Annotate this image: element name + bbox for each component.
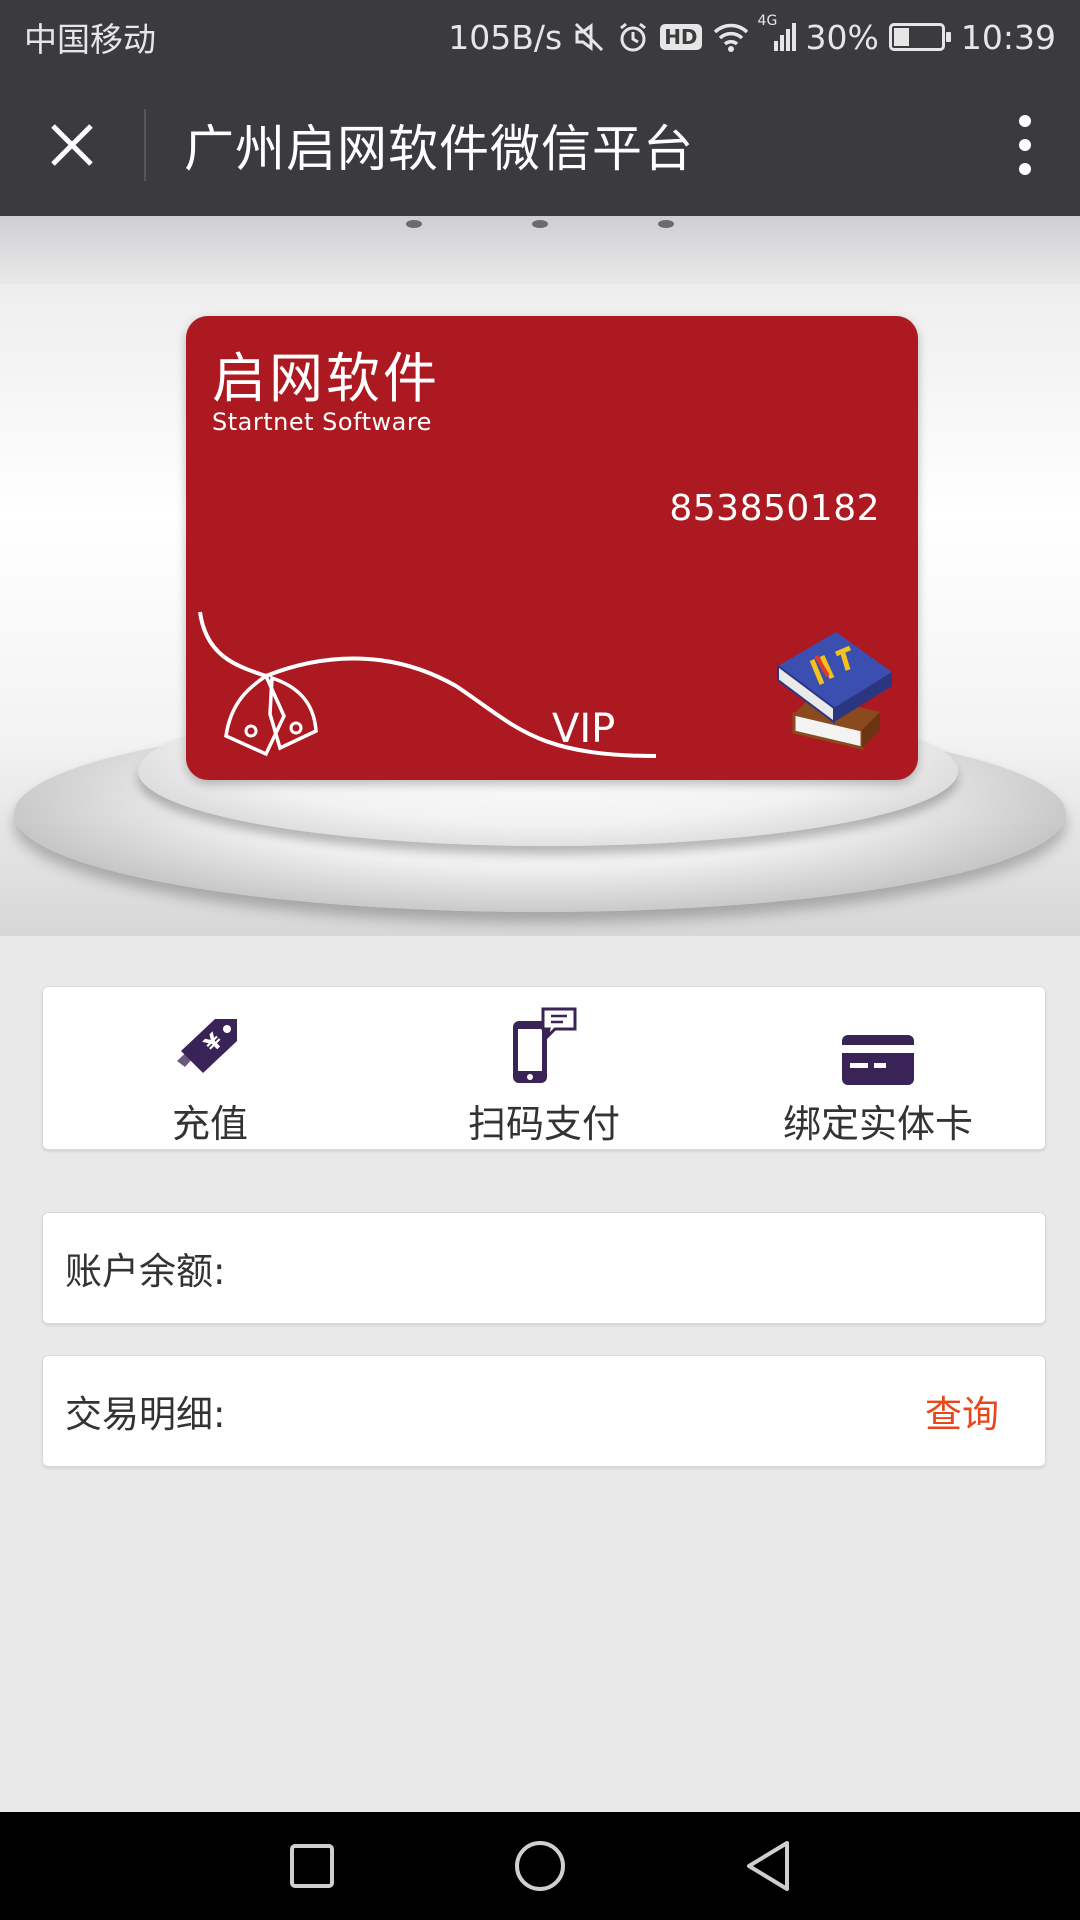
scan-pay-button[interactable]: 扫码支付 <box>377 987 711 1149</box>
balance-row: 账户余额: <box>42 1212 1046 1324</box>
square-icon <box>290 1844 334 1888</box>
system-nav-bar <box>0 1812 1080 1920</box>
page-title: 广州启网软件微信平台 <box>184 120 694 178</box>
back-button[interactable] <box>738 1836 798 1896</box>
close-button[interactable] <box>0 74 144 216</box>
card-tier-label: VIP <box>552 706 616 752</box>
membership-card[interactable]: 启网软件 Startnet Software 853850182 VIP <box>186 316 918 780</box>
circle-icon <box>515 1841 565 1891</box>
battery-icon <box>888 23 951 51</box>
alarm-icon <box>616 17 650 57</box>
network-type: 4G <box>757 13 778 29</box>
book-logo-icon <box>777 632 892 750</box>
battery-percent: 30% <box>805 17 879 57</box>
status-indicators: 105B/s HD 4G 30% 10:39 <box>448 13 1056 57</box>
mute-icon <box>572 17 606 57</box>
transactions-label: 交易明细: <box>65 1393 226 1436</box>
wifi-icon <box>712 17 750 57</box>
title-divider <box>144 109 146 181</box>
banner-decoration-dots <box>0 220 1080 228</box>
card-banner: 启网软件 Startnet Software 853850182 VIP <box>0 216 1080 936</box>
card-brand-name: 启网软件 <box>212 347 440 410</box>
close-icon <box>51 124 93 166</box>
title-bar: 广州启网软件微信平台 <box>0 74 1080 216</box>
card-number: 853850182 <box>669 488 880 529</box>
hd-badge: HD <box>660 24 702 50</box>
net-speed: 105B/s <box>448 17 563 57</box>
bind-card-label: 绑定实体卡 <box>782 1102 973 1146</box>
recent-apps-button[interactable] <box>282 1836 342 1896</box>
recharge-button[interactable]: ¥ 充值 <box>43 987 377 1149</box>
more-dot-icon <box>1019 115 1031 127</box>
bind-card-button[interactable]: 绑定实体卡 <box>711 987 1045 1149</box>
scan-pay-label: 扫码支付 <box>467 1102 620 1146</box>
status-bar: 中国移动 105B/s HD 4G 30% 10:39 <box>0 0 1080 74</box>
clock: 10:39 <box>960 17 1056 57</box>
more-dot-icon <box>1019 139 1031 151</box>
query-link[interactable]: 查询 <box>925 1384 999 1438</box>
signal-icon: 4G <box>758 13 796 57</box>
carrier-name: 中国移动 <box>24 20 156 59</box>
price-tag-icon: ¥ <box>175 1007 245 1087</box>
action-panel: ¥ 充值 扫码支付 绑定实体卡 <box>42 986 1046 1150</box>
balance-label: 账户余额: <box>65 1250 226 1293</box>
more-options-button[interactable] <box>970 74 1080 216</box>
phone-scan-icon <box>509 1007 579 1087</box>
home-button[interactable] <box>510 1836 570 1896</box>
credit-card-icon <box>840 1007 916 1087</box>
card-brand-english: Startnet Software <box>212 408 432 436</box>
more-dot-icon <box>1019 163 1031 175</box>
recharge-label: 充值 <box>171 1102 248 1146</box>
transactions-row: 交易明细: 查询 <box>42 1355 1046 1467</box>
back-triangle-icon <box>747 1841 789 1891</box>
